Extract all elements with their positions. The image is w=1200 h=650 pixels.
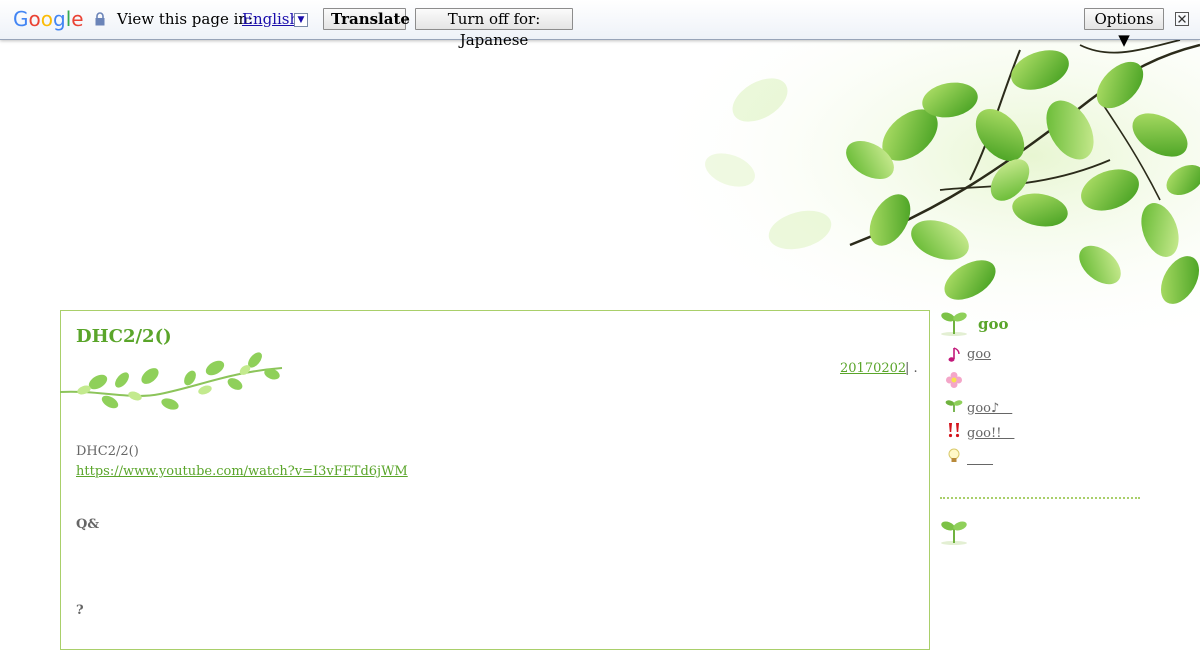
sprout-icon	[941, 521, 967, 545]
options-button[interactable]: Options ▼	[1084, 8, 1164, 49]
chevron-down-icon[interactable]: ▼	[294, 13, 308, 27]
vine-decoration-image	[60, 352, 283, 410]
post-title[interactable]: DHC2/2()	[76, 326, 172, 347]
youtube-link[interactable]: https://www.youtube.com/watch?v=I3vFFTd6…	[76, 464, 408, 479]
sidebar-divider	[940, 497, 1140, 499]
sprout-icon	[941, 312, 967, 336]
lightbulb-icon	[948, 448, 960, 462]
sidebar-item-label[interactable]: goo!!	[967, 422, 1014, 441]
close-icon[interactable]	[1175, 12, 1189, 26]
post-heading-qa: Q&	[76, 517, 100, 532]
post-body-text: DHC2/2()	[76, 444, 139, 459]
turn-off-button[interactable]: Turn off for: Japanese	[415, 8, 573, 49]
sidebar-item-label[interactable]: goo	[967, 347, 991, 362]
flower-icon	[946, 372, 962, 388]
view-page-label: View this page in:	[117, 10, 254, 28]
sidebar-item-label[interactable]	[967, 448, 993, 467]
translate-bar: Google View this page in: English ▼ Tran…	[0, 0, 1200, 49]
language-select[interactable]: English	[242, 10, 299, 28]
sprout-icon	[945, 400, 963, 412]
music-note-icon	[948, 347, 960, 362]
sidebar-title: goo	[978, 315, 1009, 333]
sidebar-item-label[interactable]: goo♪	[967, 397, 1012, 416]
post-heading-q: ?	[76, 603, 84, 618]
post-meta: | .	[905, 361, 918, 376]
lock-icon	[95, 12, 105, 26]
header-leaves-image	[640, 40, 1200, 330]
exclamation-icon	[948, 423, 960, 438]
google-logo: Google	[13, 7, 84, 31]
post-date-link[interactable]: 20170202	[840, 361, 906, 376]
translate-button[interactable]: Translate	[323, 8, 410, 30]
